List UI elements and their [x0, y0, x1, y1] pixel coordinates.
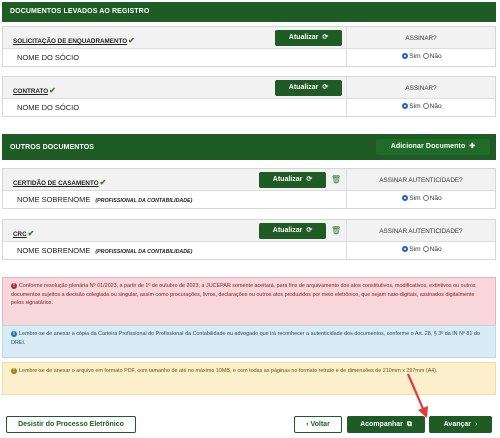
annotation-arrow-icon [406, 373, 428, 418]
